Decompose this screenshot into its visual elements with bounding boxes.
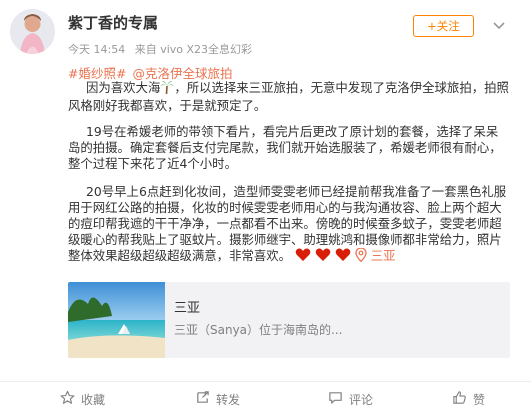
post-paragraph: 因为喜欢大海 ，所以选择来三亚旅拍，无意中发现了克洛伊全球旅拍，拍照风格刚好我都喜… — [68, 80, 510, 114]
post-meta: 今天 14:54 来自 vivo X23全息幻彩 — [68, 41, 252, 57]
like-button[interactable]: 赞 — [452, 389, 485, 409]
post-paragraph: 20号早上6点赶到化妆间，造型师雯雯老师已经提前帮我准备了一套黑色礼服用于网红公… — [68, 184, 510, 266]
topic-link-wedding-photo[interactable]: #婚纱照# — [68, 66, 126, 81]
favorite-button[interactable]: 收藏 — [60, 389, 105, 409]
card-thumbnail — [68, 282, 165, 358]
location-card[interactable]: 三亚 三亚（Sanya）位于海南岛的... — [68, 282, 510, 358]
card-title: 三亚 — [174, 301, 201, 316]
location-label: 三亚 — [370, 248, 396, 263]
post-paragraph: 19号在希媛老师的带领下看片，看完片后更改了原计划的套餐，选择了呆呆岛的拍摄。确… — [68, 124, 510, 172]
share-label: 转发 — [216, 392, 241, 407]
card-description: 三亚（Sanya）位于海南岛的... — [174, 323, 343, 337]
mention-link[interactable]: @克洛伊全球旅拍 — [132, 66, 232, 81]
username[interactable]: 紫丁香的专属 — [68, 12, 158, 33]
red-heart-icon — [335, 248, 351, 266]
comment-button[interactable]: 评论 — [328, 389, 373, 409]
comment-label: 评论 — [349, 392, 374, 407]
location-link[interactable]: 三亚 — [355, 247, 396, 266]
favorite-label: 收藏 — [81, 392, 106, 407]
post-text: 20号早上6点赶到化妆间，造型师雯雯老师已经提前帮我准备了一套黑色礼服用于网红公… — [68, 184, 507, 263]
chevron-down-icon[interactable] — [491, 17, 507, 33]
location-pin-icon — [355, 247, 367, 266]
post-text: 19号在希媛老师的带领下看片，看完片后更改了原计划的套餐，选择了呆呆岛的拍摄。确… — [68, 124, 502, 171]
post-text: 因为喜欢大海 — [86, 80, 161, 95]
red-heart-icon — [315, 248, 331, 266]
post-time[interactable]: 今天 14:54 — [68, 43, 125, 56]
share-icon — [195, 390, 210, 408]
follow-button[interactable]: +关注 — [413, 15, 474, 37]
like-label: 赞 — [473, 392, 486, 407]
share-button[interactable]: 转发 — [195, 389, 240, 409]
comment-icon — [328, 390, 343, 408]
palm-tree-icon — [160, 80, 174, 98]
red-heart-icon — [295, 248, 311, 266]
star-icon — [60, 390, 75, 408]
divider — [0, 381, 531, 382]
post-source: 来自 vivo X23全息幻彩 — [134, 43, 253, 56]
thumbs-up-icon — [452, 390, 467, 408]
avatar[interactable] — [10, 9, 55, 54]
